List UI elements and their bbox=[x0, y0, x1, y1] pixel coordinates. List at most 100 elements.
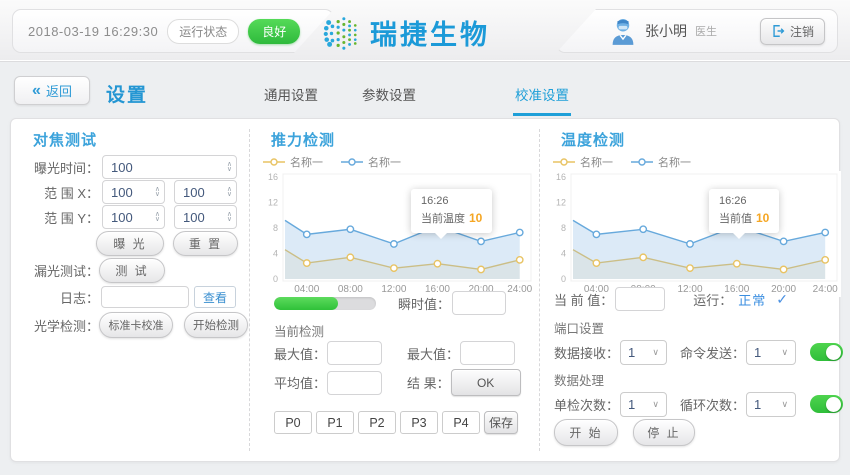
exposure-input[interactable] bbox=[111, 160, 225, 175]
log-input[interactable] bbox=[110, 290, 184, 305]
brand-name: 瑞捷生物 bbox=[370, 13, 490, 52]
port-settings-section-label: 端口设置 bbox=[554, 318, 604, 337]
back-chevrons-icon: « bbox=[32, 83, 41, 99]
tooltip-label: 当前温度 bbox=[421, 213, 465, 225]
spinner-down-icon[interactable]: ∨ bbox=[155, 192, 160, 197]
data-processing-section-label: 数据处理 bbox=[554, 370, 604, 389]
instant-value-box bbox=[452, 291, 506, 315]
range-x2-spinner[interactable]: ∧ ∨ bbox=[227, 187, 232, 197]
progress-fill bbox=[274, 297, 338, 310]
legend-blue-marker-icon bbox=[631, 158, 653, 166]
command-send-select[interactable]: 1 ∨ bbox=[746, 340, 796, 365]
data-receive-label: 数据接收： bbox=[554, 343, 619, 362]
spinner-down-icon[interactable]: ∨ bbox=[227, 192, 232, 197]
chevron-down-icon: ∨ bbox=[781, 347, 788, 358]
range-y-label: 范 围 Y： bbox=[25, 208, 99, 227]
save-button[interactable]: 保存 bbox=[484, 411, 518, 434]
max-value-box-1 bbox=[327, 341, 382, 365]
single-check-count-select[interactable]: 1 ∨ bbox=[620, 392, 667, 417]
range-y2-input[interactable] bbox=[183, 210, 225, 225]
start-button[interactable]: 开 始 bbox=[554, 419, 618, 446]
datetime: 2018-03-19 16:29:30 bbox=[28, 24, 158, 39]
run-status-value: 正常 bbox=[738, 290, 766, 309]
reset-button[interactable]: 重 置 bbox=[173, 231, 238, 256]
column-divider bbox=[539, 129, 540, 451]
range-y1-box: ∧ ∨ bbox=[102, 205, 165, 229]
range-x2-input[interactable] bbox=[183, 185, 225, 200]
range-x1-input[interactable] bbox=[111, 185, 153, 200]
range-y2-spinner[interactable]: ∧ ∨ bbox=[227, 212, 232, 222]
max-value-input-1[interactable] bbox=[336, 346, 377, 361]
range-y1-spinner[interactable]: ∧ ∨ bbox=[155, 212, 160, 222]
preset-p3-button[interactable]: P3 bbox=[400, 411, 438, 434]
svg-text:24:00: 24:00 bbox=[507, 284, 532, 295]
logout-button[interactable]: 注销 bbox=[760, 18, 825, 45]
svg-text:4: 4 bbox=[561, 249, 566, 259]
spinner-down-icon[interactable]: ∨ bbox=[155, 217, 160, 222]
preset-p1-button[interactable]: P1 bbox=[316, 411, 354, 434]
thrust-chart: 048121604:0008:0012:0016:0020:0024:00 16… bbox=[261, 171, 535, 297]
tab-parameter-settings[interactable]: 参数设置 bbox=[360, 78, 418, 116]
range-x1-spinner[interactable]: ∧ ∨ bbox=[155, 187, 160, 197]
toggle-knob bbox=[826, 345, 841, 360]
chevron-down-icon: ∨ bbox=[781, 399, 788, 410]
legend-label: 名称一 bbox=[580, 154, 613, 170]
instant-value-input[interactable] bbox=[461, 296, 501, 311]
tooltip-label: 当前值 bbox=[719, 213, 752, 225]
command-send-value: 1 bbox=[754, 345, 761, 360]
preset-p2-button[interactable]: P2 bbox=[358, 411, 396, 434]
stop-button[interactable]: 停 止 bbox=[633, 419, 695, 446]
loop-count-value: 1 bbox=[754, 397, 761, 412]
expose-button[interactable]: 曝 光 bbox=[96, 231, 164, 256]
range-y1-input[interactable] bbox=[111, 210, 153, 225]
check-icon: ✓ bbox=[776, 291, 788, 308]
svg-text:16: 16 bbox=[268, 172, 278, 182]
svg-text:0: 0 bbox=[561, 274, 566, 284]
tab-general-settings[interactable]: 通用设置 bbox=[262, 78, 320, 116]
tab-calibration-settings[interactable]: 校准设置 bbox=[513, 78, 571, 116]
loop-toggle[interactable] bbox=[810, 395, 843, 413]
tooltip-time: 16:26 bbox=[719, 195, 769, 207]
focus-panel-title: 对焦测试 bbox=[33, 129, 97, 150]
thrust-chart-tooltip: 16:26 当前温度10 bbox=[411, 189, 492, 233]
max-value-label-2: 最大值： bbox=[407, 344, 459, 363]
svg-text:0: 0 bbox=[273, 274, 278, 284]
data-receive-select[interactable]: 1 ∨ bbox=[620, 340, 667, 365]
legend-item: 名称一 bbox=[631, 154, 691, 170]
preset-p4-button[interactable]: P4 bbox=[442, 411, 480, 434]
back-button[interactable]: « 返回 bbox=[14, 76, 90, 105]
start-detection-button[interactable]: 开始检测 bbox=[184, 312, 248, 338]
exposure-spinner[interactable]: ∧ ∨ bbox=[227, 162, 232, 172]
preset-p0-button[interactable]: P0 bbox=[274, 411, 312, 434]
spinner-down-icon[interactable]: ∨ bbox=[227, 217, 232, 222]
spinner-down-icon[interactable]: ∨ bbox=[227, 167, 232, 172]
legend-item: 名称一 bbox=[553, 154, 613, 170]
max-value-input-2[interactable] bbox=[469, 346, 510, 361]
view-log-button[interactable]: 查看 bbox=[194, 286, 236, 308]
svg-text:12: 12 bbox=[268, 198, 278, 208]
svg-text:24:00: 24:00 bbox=[813, 284, 838, 295]
loop-count-select[interactable]: 1 ∨ bbox=[746, 392, 796, 417]
chevron-down-icon: ∨ bbox=[652, 347, 659, 358]
column-divider bbox=[249, 129, 250, 451]
current-value-input[interactable] bbox=[624, 292, 660, 307]
user-role: 医生 bbox=[695, 23, 717, 39]
standard-card-calibration-button[interactable]: 标准卡校准 bbox=[99, 312, 173, 338]
leak-test-button[interactable]: 测 试 bbox=[99, 258, 165, 283]
legend-label: 名称一 bbox=[368, 154, 401, 170]
avg-value-box bbox=[327, 371, 382, 395]
max-value-label-1: 最大值： bbox=[274, 344, 326, 363]
avg-value-input[interactable] bbox=[336, 375, 377, 390]
status-box: 2018-03-19 16:29:30 运行状态 良好 bbox=[12, 9, 334, 53]
single-check-count-label: 单检次数： bbox=[554, 395, 619, 414]
command-send-toggle[interactable] bbox=[810, 343, 843, 361]
back-label: 返回 bbox=[46, 81, 72, 100]
legend-yellow-marker-icon bbox=[553, 158, 575, 166]
user-box: 张小明 医生 注销 bbox=[556, 9, 838, 53]
brand-logo-icon bbox=[322, 14, 360, 52]
svg-text:16: 16 bbox=[556, 172, 566, 182]
exposure-input-box: ∧ ∨ bbox=[102, 155, 237, 179]
log-input-box bbox=[101, 286, 189, 308]
chevron-down-icon: ∨ bbox=[652, 399, 659, 410]
ok-button[interactable]: OK bbox=[451, 369, 521, 396]
